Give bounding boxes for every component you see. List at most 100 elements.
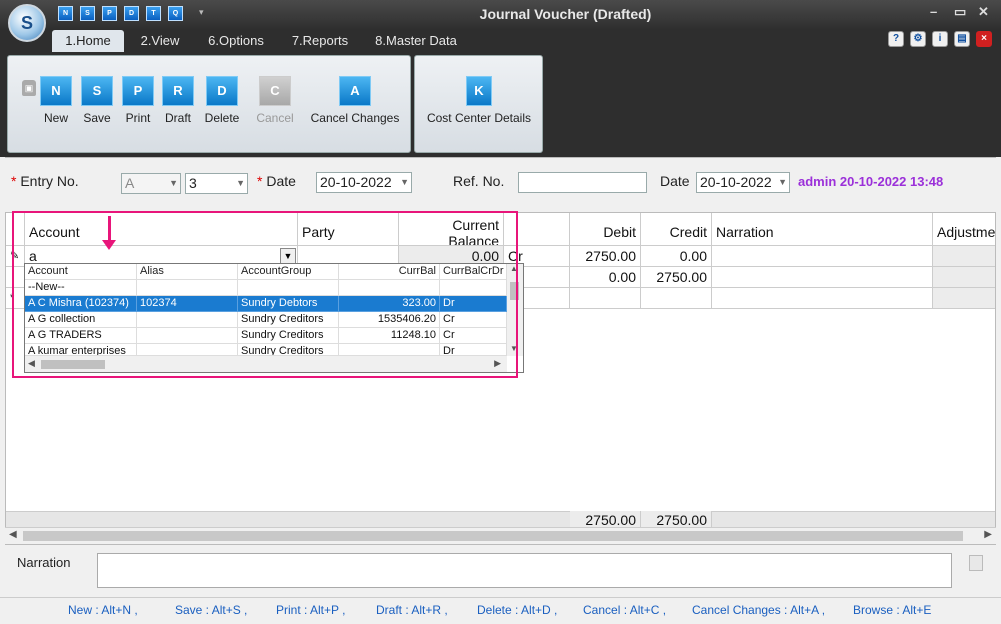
popup-header-currbal[interactable]: CurrBal (339, 264, 440, 280)
column-adjustment[interactable]: Adjustme (933, 213, 995, 246)
popup-header-alias[interactable]: Alias (137, 264, 238, 280)
popup-cell-crdr-selected[interactable]: Dr (440, 296, 507, 312)
narration-cell[interactable] (712, 267, 933, 288)
credit-cell[interactable]: 0.00 (641, 246, 712, 267)
popup-header-account[interactable]: Account (25, 264, 137, 280)
new-button[interactable]: N New (40, 76, 72, 125)
narration-side-button[interactable] (969, 555, 983, 571)
close-button[interactable]: ✕ (978, 4, 989, 20)
narration-cell[interactable] (712, 288, 933, 309)
popup-cell-crdr[interactable]: Dr (440, 344, 507, 356)
popup-cell-group[interactable]: Sundry Creditors (238, 344, 339, 356)
popup-cell-alias[interactable] (137, 344, 238, 356)
popup-cell-currbal[interactable] (339, 280, 440, 296)
minimize-button[interactable]: – (930, 4, 937, 19)
popup-cell-account-selected[interactable]: A C Mishra (102374) (25, 296, 137, 312)
popup-cell-alias[interactable] (137, 328, 238, 344)
column-narration[interactable]: Narration (712, 213, 933, 246)
debit-cell[interactable]: 0.00 (570, 267, 641, 288)
adjustment-cell[interactable] (933, 288, 995, 309)
scroll-down-icon[interactable]: ▼ (510, 344, 518, 353)
popup-cell-crdr[interactable]: Cr (440, 328, 507, 344)
cancel-button[interactable]: C Cancel (255, 76, 295, 125)
column-debit[interactable]: Debit (570, 213, 641, 246)
help-icon[interactable]: ? (888, 31, 904, 47)
popup-cell-crdr[interactable]: Cr (440, 312, 507, 328)
maximize-button[interactable]: ▭ (954, 4, 966, 20)
popup-header-group[interactable]: AccountGroup (238, 264, 339, 280)
ribbon-group-actions: ▣ N New S Save P Print R Draft D Delete … (7, 55, 411, 153)
date-picker[interactable]: 20-10-2022 ▼ (316, 172, 412, 193)
app-logo-icon[interactable]: S (8, 4, 46, 42)
credit-cell[interactable] (641, 288, 712, 309)
popup-horizontal-scrollbar[interactable]: ◀ ▶ (25, 356, 507, 372)
popup-cell-group[interactable]: Sundry Creditors (238, 312, 339, 328)
delete-button[interactable]: D Delete (204, 76, 240, 125)
print-button[interactable]: P Print (122, 76, 154, 125)
debit-cell[interactable] (570, 288, 641, 309)
popup-header-crdr[interactable]: CurrBalCrDr (440, 264, 507, 280)
scroll-thumb[interactable] (41, 360, 105, 369)
column-current-balance[interactable]: Current Balance (399, 213, 504, 246)
popup-cell-group[interactable] (238, 280, 339, 296)
popup-cell-currbal-selected[interactable]: 323.00 (339, 296, 440, 312)
popup-cell-group[interactable]: Sundry Creditors (238, 328, 339, 344)
column-credit[interactable]: Credit (641, 213, 712, 246)
total-debit: 2750.00 (570, 511, 641, 528)
popup-cell-account[interactable]: A kumar enterprises (25, 344, 137, 356)
exit-icon[interactable]: × (976, 31, 992, 47)
tab-home[interactable]: 1.Home (52, 30, 124, 52)
popup-cell-account[interactable]: A G collection (25, 312, 137, 328)
scroll-thumb[interactable] (510, 282, 519, 300)
adjustment-cell[interactable] (933, 267, 995, 288)
ref-no-input[interactable] (518, 172, 647, 193)
cost-center-details-button[interactable]: K Cost Center Details (419, 76, 539, 125)
narration-cell[interactable] (712, 246, 933, 267)
cost-center-icon: K (466, 76, 492, 106)
cancel-changes-button[interactable]: A Cancel Changes (308, 76, 402, 125)
info-icon[interactable]: i (932, 31, 948, 47)
popup-cell-crdr[interactable] (440, 280, 507, 296)
settings-icon[interactable]: ⚙ (910, 31, 926, 47)
ref-date-picker[interactable]: 20-10-2022 ▼ (696, 172, 790, 193)
tab-options[interactable]: 6.Options (196, 30, 276, 52)
popup-cell-alias-selected[interactable]: 102374 (137, 296, 238, 312)
column-account[interactable]: Account (25, 213, 298, 246)
print-icon: P (122, 76, 154, 106)
column-party[interactable]: Party (298, 213, 399, 246)
new-icon: N (40, 76, 72, 106)
narration-section: Narration (5, 547, 996, 597)
popup-cell-currbal[interactable] (339, 344, 440, 356)
document-icon[interactable]: ▤ (954, 31, 970, 47)
grid-horizontal-scrollbar[interactable]: ◀ ▶ (5, 527, 996, 544)
narration-textarea[interactable] (97, 553, 952, 588)
popup-cell-currbal[interactable]: 11248.10 (339, 328, 440, 344)
column-crdr[interactable] (504, 213, 570, 246)
save-button[interactable]: S Save (81, 76, 113, 125)
scroll-thumb[interactable] (23, 531, 963, 541)
debit-cell[interactable]: 2750.00 (570, 246, 641, 267)
popup-cell-alias[interactable] (137, 280, 238, 296)
scroll-up-icon[interactable]: ▲ (510, 264, 518, 273)
popup-cell-currbal[interactable]: 1535406.20 (339, 312, 440, 328)
tab-reports[interactable]: 7.Reports (282, 30, 358, 52)
scroll-left-icon[interactable]: ◀ (9, 529, 17, 540)
credit-cell[interactable]: 2750.00 (641, 267, 712, 288)
popup-cell-account[interactable]: --New-- (25, 280, 137, 296)
popup-cell-alias[interactable] (137, 312, 238, 328)
scroll-left-icon[interactable]: ◀ (28, 358, 35, 369)
narration-label: Narration (17, 555, 71, 570)
entry-number-select[interactable]: 3 ▼ (185, 173, 248, 194)
popup-cell-account[interactable]: A G TRADERS (25, 328, 137, 344)
delete-label: Delete (204, 111, 240, 125)
popup-cell-group-selected[interactable]: Sundry Debtors (238, 296, 339, 312)
popup-vertical-scrollbar[interactable]: ▲ ▼ (507, 264, 523, 356)
save-label: Save (83, 111, 111, 125)
tab-master-data[interactable]: 8.Master Data (366, 30, 466, 52)
draft-button[interactable]: R Draft (162, 76, 194, 125)
entry-prefix-select[interactable]: A ▼ (121, 173, 181, 194)
tab-view[interactable]: 2.View (130, 30, 190, 52)
scroll-right-icon[interactable]: ▶ (984, 529, 992, 540)
scroll-right-icon[interactable]: ▶ (494, 358, 501, 369)
adjustment-cell[interactable] (933, 246, 995, 267)
